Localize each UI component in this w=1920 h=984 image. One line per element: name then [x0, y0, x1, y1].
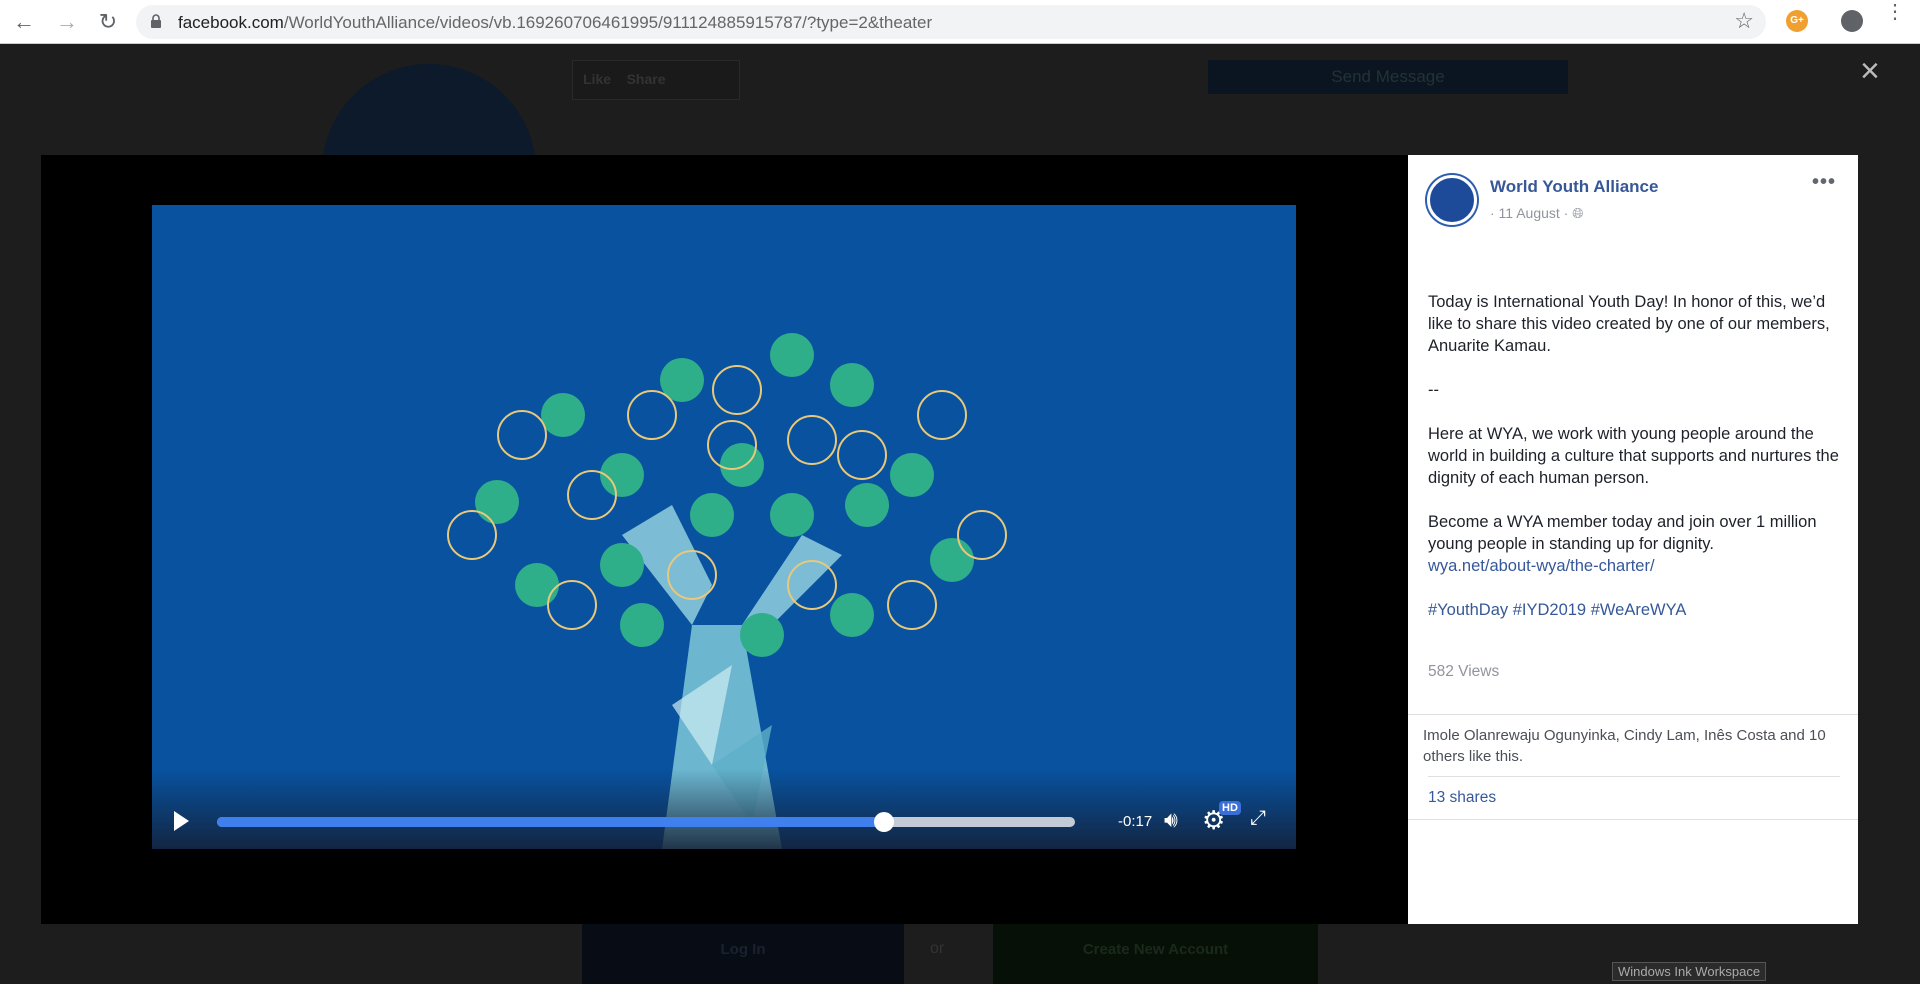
post-date: · 11 August · 🌐︎	[1490, 205, 1583, 222]
reload-icon[interactable]: ↻	[94, 8, 122, 36]
hashtag-iyd2019[interactable]: #IYD2019	[1513, 601, 1586, 619]
seek-progress	[217, 817, 884, 827]
background-send-message: Send Message	[1208, 60, 1568, 94]
background-like-share: Like Share	[572, 60, 740, 100]
hd-badge: HD	[1219, 801, 1241, 815]
divider	[1428, 776, 1840, 777]
browser-toolbar: ← → ↻ facebook.com/WorldYouthAlliance/vi…	[0, 0, 1920, 44]
fullscreen-icon[interactable]: ⤢	[1250, 807, 1266, 830]
charter-link[interactable]: wya.net/about-wya/the-charter/	[1428, 557, 1655, 575]
address-bar[interactable]: facebook.com/WorldYouthAlliance/videos/v…	[136, 5, 1766, 39]
page-avatar[interactable]	[1427, 175, 1477, 225]
divider	[1408, 819, 1858, 820]
lock-icon	[151, 14, 161, 28]
post-side-panel: World Youth Alliance · 11 August · 🌐︎ ••…	[1408, 155, 1858, 924]
likes-summary[interactable]: Imole Olanrewaju Ogunyinka, Cindy Lam, I…	[1423, 725, 1848, 767]
more-options-icon[interactable]: •••	[1812, 171, 1836, 194]
url-text: facebook.com/WorldYouthAlliance/videos/v…	[178, 13, 933, 32]
back-icon[interactable]: ←	[10, 8, 38, 36]
extension-icon[interactable]: G+	[1786, 10, 1808, 32]
post-paragraph: Become a WYA member today and join over …	[1428, 513, 1817, 575]
seek-bar[interactable]	[217, 812, 1075, 832]
volume-icon[interactable]: 🔊︎	[1164, 807, 1178, 833]
background-or: or	[930, 940, 945, 957]
shares-count[interactable]: 13 shares	[1428, 789, 1496, 807]
view-count: 582 Views	[1428, 663, 1500, 680]
globe-icon: 🌐︎	[1572, 205, 1584, 221]
video-player[interactable]: -0:17 🔊︎ ⚙ HD ⤢	[152, 205, 1296, 849]
post-paragraph: --	[1428, 381, 1439, 399]
close-theater-button[interactable]: ×	[1860, 54, 1880, 88]
divider	[1408, 714, 1858, 715]
post-paragraph: Here at WYA, we work with young people a…	[1428, 425, 1839, 487]
hashtag-youthday[interactable]: #YouthDay	[1428, 601, 1508, 619]
player-controls: -0:17 🔊︎ ⚙ HD ⤢	[152, 769, 1296, 849]
windows-ink-tooltip: Windows Ink Workspace	[1612, 962, 1767, 981]
background-log-in: Log In	[582, 924, 904, 984]
seek-handle[interactable]	[873, 812, 894, 832]
post-text: Today is International Youth Day! In hon…	[1428, 291, 1848, 643]
page-name-link[interactable]: World Youth Alliance	[1490, 177, 1658, 197]
account-icon[interactable]	[1841, 10, 1863, 32]
bookmark-star-icon[interactable]: ☆	[1734, 8, 1754, 34]
play-button[interactable]	[174, 811, 189, 831]
video-frame-tree-of-hands	[447, 333, 1007, 849]
browser-menu-icon[interactable]: ⋮	[1885, 2, 1905, 22]
background-create-account: Create New Account	[993, 924, 1318, 984]
video-stage: -0:17 🔊︎ ⚙ HD ⤢	[41, 155, 1408, 924]
post-date-text[interactable]: · 11 August ·	[1490, 205, 1568, 221]
time-remaining: -0:17	[1118, 813, 1153, 830]
post-paragraph: Today is International Youth Day! In hon…	[1428, 293, 1830, 355]
hashtag-wearewya[interactable]: #WeAreWYA	[1591, 601, 1687, 619]
forward-icon[interactable]: →	[53, 8, 81, 36]
